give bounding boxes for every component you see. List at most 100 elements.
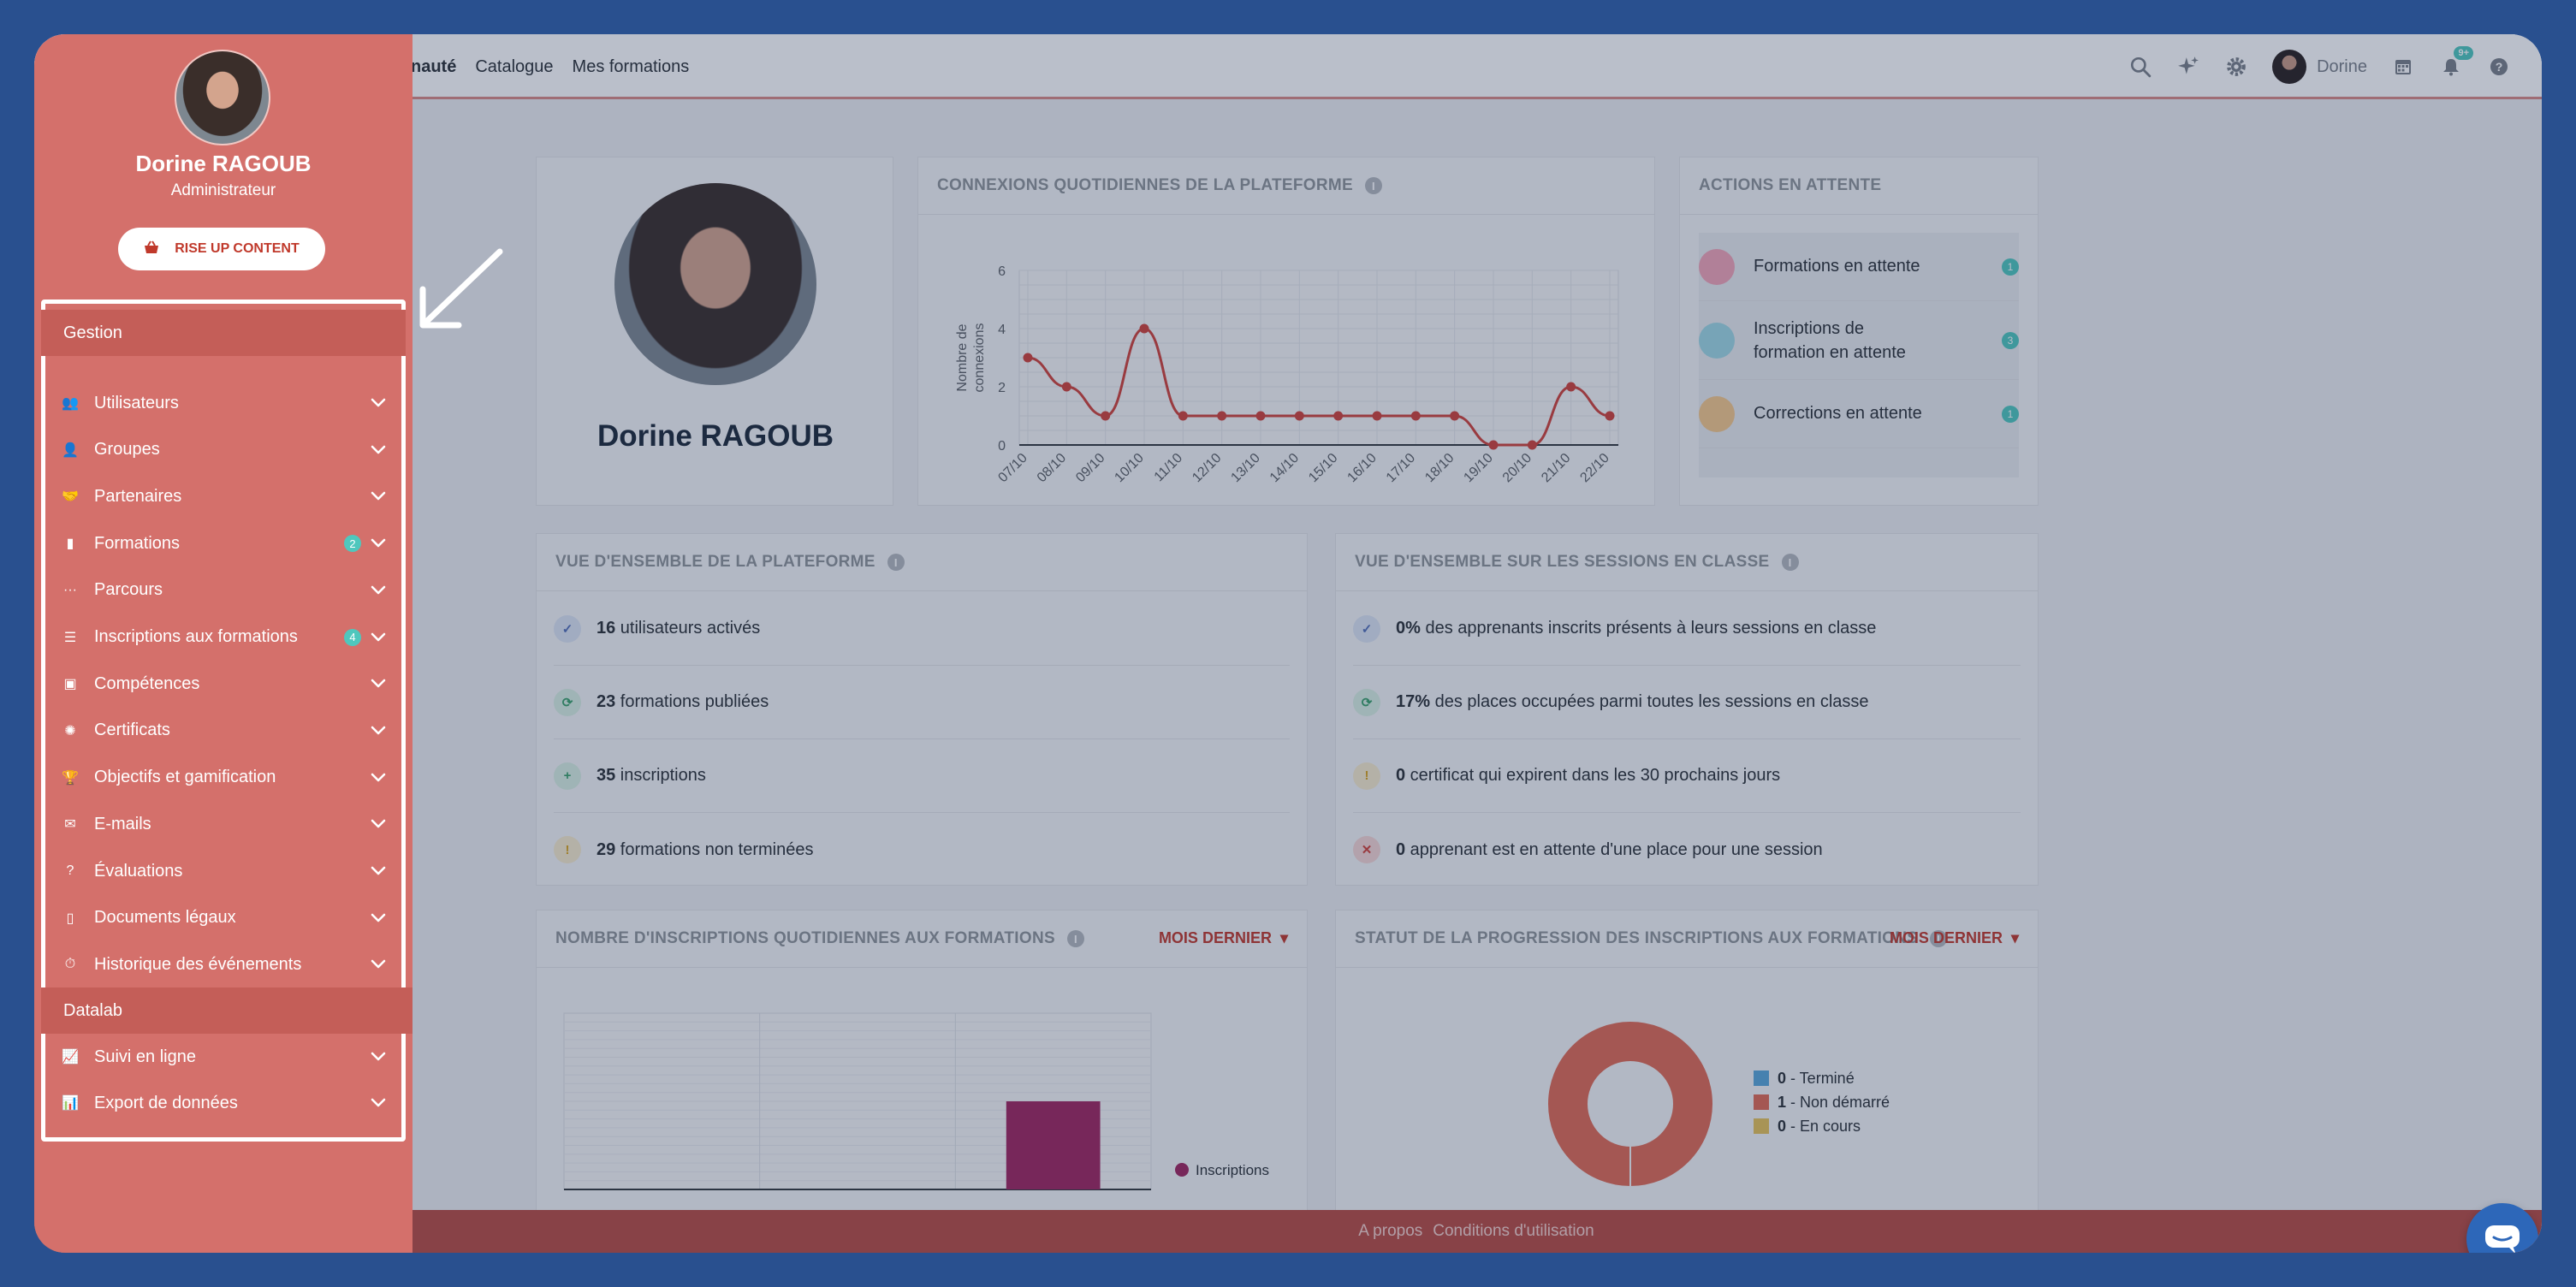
sidebar-item-label: Certificats (94, 721, 170, 740)
gear-icon[interactable] (2224, 55, 2248, 79)
top-nav-my-trainings[interactable]: Mes formations (573, 57, 690, 77)
data-point[interactable] (1061, 382, 1071, 392)
stat-row: ! 0 certificat qui expirent dans les 30 p… (1353, 739, 2021, 813)
footer-about-link[interactable]: A propos (1358, 1222, 1422, 1241)
stat-value: 17% (1396, 692, 1431, 711)
period-dropdown[interactable]: MOIS DERNIER ▾ (1159, 929, 1288, 947)
search-icon[interactable] (2128, 55, 2152, 79)
pending-action-inscriptions[interactable]: Inscriptions de formation en attente 3 (1699, 301, 2019, 380)
skills-icon: ▣ (63, 677, 77, 692)
data-point[interactable] (1101, 411, 1111, 421)
sidebar-item-label: Historique des événements (94, 954, 302, 974)
user-check-icon: ✓ (554, 614, 581, 643)
period-dropdown[interactable]: MOIS DERNIER ▾ (1890, 929, 2019, 947)
pending-action-formations[interactable]: Formations en attente 1 (1699, 233, 2019, 301)
data-point[interactable] (1566, 382, 1576, 392)
stat-value: 23 (597, 692, 616, 711)
chevron-down-icon (370, 394, 387, 412)
data-point[interactable] (1023, 353, 1033, 363)
handshake-icon: 🤝 (62, 489, 79, 505)
calendar-icon[interactable] (2391, 55, 2415, 79)
x-tick-label: 21/10 (1539, 451, 1573, 485)
data-point[interactable] (1410, 411, 1421, 421)
sidebar-item-e-mails[interactable]: ✉ E-mails (41, 801, 406, 847)
info-icon[interactable]: i (1066, 930, 1084, 947)
legend-swatch (1175, 1163, 1189, 1177)
sidebar-item-partenaires[interactable]: 🤝 Partenaires (41, 473, 406, 519)
sidebar-item-compétences[interactable]: ▣ Compétences (41, 661, 406, 707)
sidebar-item-formations[interactable]: ▮ Formations 2 (41, 520, 406, 566)
top-nav-catalogue[interactable]: Catalogue (475, 57, 553, 77)
sidebar-item-export-de-données[interactable]: 📊 Export de données (41, 1080, 406, 1126)
top-nav-community[interactable]: nauté (411, 57, 456, 77)
sidebar-item-suivi-en-ligne[interactable]: 📈 Suivi en ligne (41, 1034, 406, 1080)
dots-icon: ··· (63, 582, 77, 597)
sidebar-item-documents-légaux[interactable]: ▯ Documents légaux (41, 895, 406, 941)
stat-value: 0 (1396, 766, 1406, 785)
stat-value: 35 (597, 766, 616, 785)
profile-name: Dorine RAGOUB (597, 419, 834, 453)
rise-up-content-button[interactable]: RISE UP CONTENT (118, 228, 325, 270)
legend-label: Inscriptions (1196, 1162, 1269, 1178)
info-icon[interactable]: i (887, 554, 905, 571)
progress-status-card: STATUT DE LA PROGRESSION DES INSCRIPTION… (1335, 910, 2039, 1253)
warning-icon: ! (1353, 762, 1380, 790)
data-point[interactable] (1139, 323, 1149, 334)
sidebar-item-label: E-mails (94, 814, 151, 833)
help-icon[interactable]: ? (2487, 55, 2511, 79)
sidebar: Dorine RAGOUB Administrateur RISE UP CON… (34, 34, 413, 1253)
list-icon: ☰ (63, 630, 77, 645)
sidebar-item-certificats[interactable]: ✺ Certificats (41, 708, 406, 754)
x-tick-label: 09/10 (1073, 451, 1107, 485)
footer-terms-link[interactable]: Conditions d'utilisation (1433, 1222, 1594, 1241)
data-point[interactable] (1217, 411, 1227, 421)
bar[interactable] (1006, 1101, 1101, 1189)
sparkles-icon[interactable] (2176, 55, 2200, 79)
info-icon[interactable]: i (1781, 554, 1799, 571)
stat-text: 0 apprenant est en attente d'une place p… (1396, 840, 1823, 860)
user-menu[interactable]: Dorine (2272, 50, 2367, 84)
x-tick-label: 22/10 (1577, 451, 1611, 485)
divider (537, 967, 1307, 968)
sidebar-item-parcours[interactable]: ··· Parcours (41, 567, 406, 614)
connections-title-text: CONNEXIONS QUOTIDIENNES DE LA PLATEFORME (937, 176, 1353, 194)
chevron-down-icon (370, 488, 387, 505)
sidebar-user-role: Administrateur (170, 181, 276, 199)
bell-icon[interactable]: 9+ (2439, 46, 2473, 79)
data-point[interactable] (1294, 411, 1304, 421)
sidebar-item-objectifs-et-gamification[interactable]: 🏆 Objectifs et gamification (41, 755, 406, 801)
sidebar-item-label: Suivi en ligne (94, 1047, 196, 1066)
data-point[interactable] (1605, 411, 1615, 421)
sidebar-item-utilisateurs[interactable]: 👥 Utilisateurs (41, 380, 406, 426)
sidebar-item-groupes[interactable]: 👤 Groupes (41, 427, 406, 473)
pending-action-corrections[interactable]: Corrections en attente 1 (1699, 380, 2019, 448)
divider (1680, 214, 2038, 215)
chevron-down-icon (370, 582, 387, 599)
data-point[interactable] (1333, 411, 1344, 421)
pencil-icon (1699, 395, 1735, 432)
sidebar-item-évaluations[interactable]: ? Évaluations (41, 848, 406, 894)
sidebar-item-historique-des-événements[interactable]: ⏱ Historique des événements (41, 941, 406, 987)
sidebar-item-inscriptions-aux-formations[interactable]: ☰ Inscriptions aux formations 4 (41, 614, 406, 661)
stat-text: 17% des places occupées parmi toutes les… (1396, 692, 1869, 712)
box-icon (1699, 322, 1735, 359)
data-point[interactable] (1450, 411, 1460, 421)
profile-card: Dorine RAGOUB (536, 157, 893, 506)
x-tick-label: 14/10 (1267, 451, 1302, 485)
platform-overview-title-text: VUE D'ENSEMBLE DE LA PLATEFORME (555, 553, 875, 571)
data-point[interactable] (1372, 411, 1382, 421)
data-point[interactable] (1488, 440, 1499, 450)
x-tick-label: 07/10 (995, 451, 1030, 485)
data-point[interactable] (1527, 440, 1537, 450)
stat-row: +35 inscriptions (554, 739, 1290, 813)
stat-text: 29 formations non terminées (597, 840, 813, 860)
x-tick-label: 18/10 (1422, 451, 1457, 485)
trophy-icon: 🏆 (62, 770, 79, 786)
y-tick-label: 2 (998, 381, 1006, 395)
chevron-down-icon (370, 769, 387, 786)
info-icon[interactable]: i (1364, 177, 1382, 194)
x-tick-label: 12/10 (1190, 451, 1224, 485)
stat-value: 0 (1396, 839, 1406, 859)
data-point[interactable] (1255, 411, 1266, 421)
data-point[interactable] (1178, 411, 1188, 421)
